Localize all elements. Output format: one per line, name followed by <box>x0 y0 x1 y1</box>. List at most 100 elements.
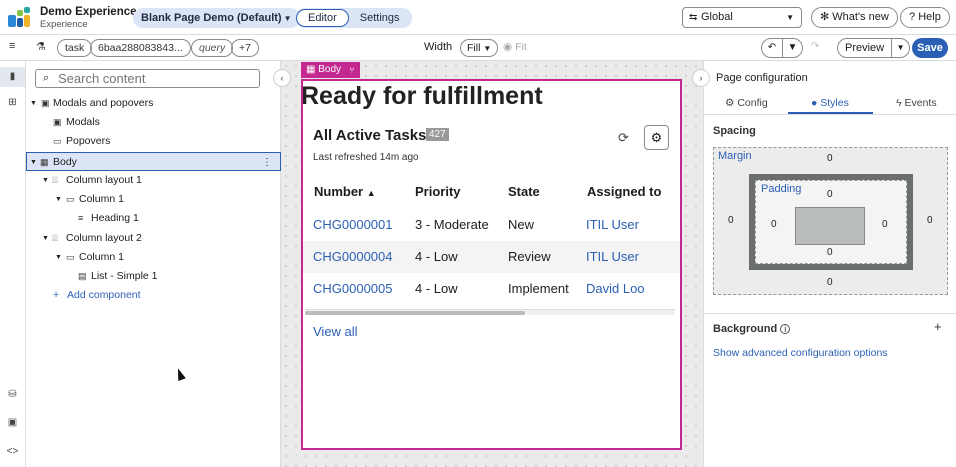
tab-config[interactable]: ⚙ Config <box>725 97 768 109</box>
scope-icon: ⇆ <box>689 12 698 23</box>
sort-ascending-icon: ▲ <box>366 188 376 198</box>
caret-down-icon[interactable]: ▼ <box>55 190 62 209</box>
priority-cell: 4 - Low <box>415 281 458 296</box>
tree-item-popovers[interactable]: ▭ Popovers <box>26 132 281 151</box>
record-link[interactable]: CHG0000005 <box>313 281 393 296</box>
column-header-number[interactable]: Number ▲ <box>314 184 376 199</box>
scope-selector-label: Global <box>701 11 733 23</box>
page-selector[interactable]: Blank Page Demo (Default) ▼ <box>133 8 300 28</box>
tree-item-column-1b[interactable]: ▼ ▭ Column 1 <box>26 248 281 267</box>
sparkle-icon: ✻ <box>820 11 833 23</box>
body-container[interactable]: Ready for fulfillment All Active Tasks 4… <box>301 79 682 450</box>
refresh-icon[interactable]: ⟳ <box>618 130 629 146</box>
body-tag-label: Body <box>318 64 342 75</box>
param-chip-more[interactable]: +7 <box>231 39 259 57</box>
state-cell: Implement <box>508 281 569 296</box>
column-header-priority[interactable]: Priority <box>415 184 461 199</box>
last-refreshed-text: Last refreshed 14m ago <box>313 152 419 163</box>
flask-icon[interactable]: ⚗ <box>36 40 46 53</box>
info-icon[interactable]: i <box>780 324 791 334</box>
priority-cell: 3 - Moderate <box>415 217 489 232</box>
record-link[interactable]: CHG0000004 <box>313 249 393 264</box>
tree-item-label: Modals and popovers <box>53 97 154 109</box>
page-icon[interactable]: ▮ <box>0 67 25 87</box>
padding-top-value[interactable]: 0 <box>827 189 833 200</box>
save-button[interactable]: Save <box>912 38 948 58</box>
client-state-icon[interactable]: ▣ <box>0 417 25 428</box>
undo-history-icon[interactable]: ▼ <box>782 39 802 57</box>
chevron-down-icon[interactable]: ▼ <box>891 39 909 57</box>
menu-icon[interactable]: ≡ <box>9 40 15 52</box>
margin-top-value[interactable]: 0 <box>827 153 833 164</box>
view-all-link[interactable]: View all <box>313 324 358 339</box>
body-selection-tag[interactable]: ▦ Body <box>301 62 347 78</box>
assigned-link[interactable]: ITIL User <box>586 217 639 232</box>
assigned-link[interactable]: David Loo <box>586 281 645 296</box>
column-layout-icon: ⦙⦙⦙ <box>52 233 59 243</box>
components-icon[interactable]: ⊞ <box>0 97 25 108</box>
record-link[interactable]: CHG0000001 <box>313 217 393 232</box>
collapse-panel-icon[interactable]: ‹ <box>273 69 291 87</box>
tree-item-column-layout-1[interactable]: ▼ ⦙⦙⦙ Column layout 1 <box>26 171 281 190</box>
tree-item-modals[interactable]: ▣ Modals <box>26 113 281 132</box>
data-icon[interactable]: ⛁ <box>0 389 25 400</box>
state-cell: Review <box>508 249 551 264</box>
tab-editor[interactable]: Editor <box>296 9 349 27</box>
tree-item-body[interactable]: ▼ ▦ Body ⋮ <box>26 152 281 171</box>
caret-down-icon[interactable]: ▼ <box>42 229 49 248</box>
scrollbar-thumb[interactable] <box>305 311 525 315</box>
tree-item-modals-and-popovers[interactable]: ▼ ▣ Modals and popovers <box>26 94 281 113</box>
horizontal-scrollbar[interactable] <box>305 309 675 315</box>
margin-left-value[interactable]: 0 <box>728 215 734 226</box>
tree-item-list-simple-1[interactable]: ▤ List - Simple 1 <box>26 267 281 286</box>
caret-down-icon[interactable]: ▼ <box>30 94 37 113</box>
assigned-link[interactable]: ITIL User <box>586 249 639 264</box>
tree-item-column-1[interactable]: ▼ ▭ Column 1 <box>26 190 281 209</box>
padding-right-value[interactable]: 0 <box>882 219 888 230</box>
hierarchy-icon[interactable]: ⑂ <box>344 62 360 78</box>
tree-item-column-layout-2[interactable]: ▼ ⦙⦙⦙ Column layout 2 <box>26 229 281 248</box>
list-title: All Active Tasks <box>313 127 427 144</box>
undo-icon[interactable]: ↶ <box>762 39 782 57</box>
priority-cell: 4 - Low <box>415 249 458 264</box>
param-chip-id[interactable]: 6baa288083843... <box>90 39 191 57</box>
redo-icon[interactable]: ↷ <box>811 41 819 52</box>
caret-down-icon[interactable]: ▼ <box>42 171 49 190</box>
expand-panel-icon[interactable]: › <box>692 69 710 87</box>
search-input[interactable] <box>58 71 256 86</box>
tab-settings[interactable]: Settings <box>349 9 411 27</box>
tree-item-label: Body <box>53 156 77 168</box>
margin-bottom-value[interactable]: 0 <box>827 277 833 288</box>
width-selector[interactable]: Fill ▼ <box>460 39 499 57</box>
tab-styles[interactable]: ● Styles <box>811 97 849 109</box>
scope-selector[interactable]: ⇆ Global ▼ <box>682 7 802 28</box>
preview-button[interactable]: Preview <box>838 39 891 57</box>
param-chip-query[interactable]: query <box>191 39 234 57</box>
caret-down-icon[interactable]: ▼ <box>55 248 62 267</box>
tree-item-heading-1[interactable]: ≡ Heading 1 <box>26 209 281 228</box>
whats-new-button[interactable]: ✻ What's new <box>811 7 898 28</box>
tab-events[interactable]: ϟ Events <box>896 97 937 109</box>
column-header-state[interactable]: State <box>508 184 540 199</box>
code-icon[interactable]: <> <box>0 446 25 457</box>
settings-button[interactable]: ⚙ <box>644 125 669 150</box>
help-icon: ? <box>909 11 919 23</box>
column-header-assigned-to[interactable]: Assigned to <box>587 184 661 199</box>
help-button[interactable]: ? Help <box>900 7 950 28</box>
caret-down-icon[interactable]: ▼ <box>30 153 37 172</box>
advanced-config-link[interactable]: Show advanced configuration options <box>713 347 888 359</box>
add-component-label: Add component <box>67 289 141 301</box>
column-icon: ▭ <box>66 252 75 262</box>
padding-left-value[interactable]: 0 <box>771 219 777 230</box>
add-component-button[interactable]: + Add component <box>26 286 281 305</box>
add-background-icon[interactable]: + <box>934 319 942 334</box>
param-chip-task[interactable]: task <box>57 39 93 57</box>
margin-right-value[interactable]: 0 <box>927 215 933 226</box>
border-box: Padding 0 0 0 0 <box>749 174 913 270</box>
more-options-icon[interactable]: ⋮ <box>262 153 272 172</box>
page-heading[interactable]: Ready for fulfillment <box>303 82 543 111</box>
fit-toggle[interactable]: ◉ Fit <box>503 41 527 53</box>
layout-icon: ▦ <box>40 157 49 167</box>
editor-toolbar: ≡ ⚗ task 6baa288083843... query +7 Width… <box>0 35 956 61</box>
padding-bottom-value[interactable]: 0 <box>827 247 833 258</box>
